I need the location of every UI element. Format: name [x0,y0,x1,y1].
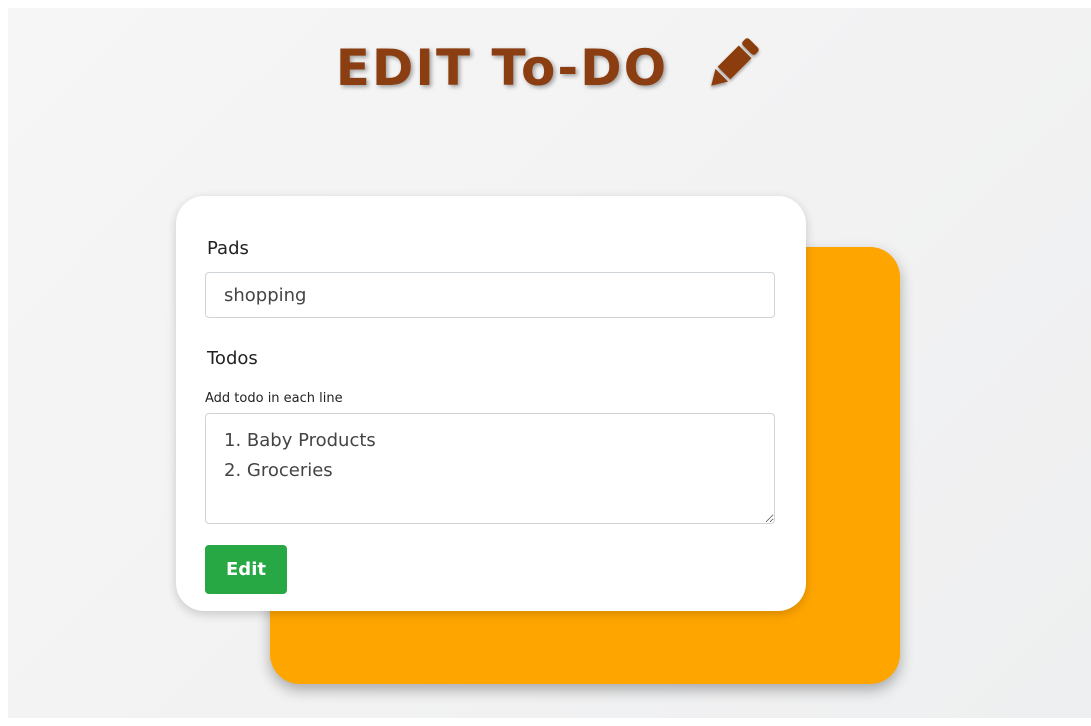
pads-label: Pads [207,238,249,259]
edit-todo-form-card: Pads Todos Add todo in each line 1. Baby… [176,196,806,611]
header: EDIT To-DO [8,38,1091,98]
pads-input[interactable] [205,272,775,318]
pencil-icon [711,38,759,86]
todos-label: Todos [207,348,258,369]
todos-textarea[interactable]: 1. Baby Products 2. Groceries [205,413,775,524]
edit-button[interactable]: Edit [205,545,287,594]
page-background: EDIT To-DO Pads Todos Add todo in each l… [8,8,1091,718]
todos-help-text: Add todo in each line [205,391,343,406]
page-title: EDIT To-DO [335,39,669,97]
